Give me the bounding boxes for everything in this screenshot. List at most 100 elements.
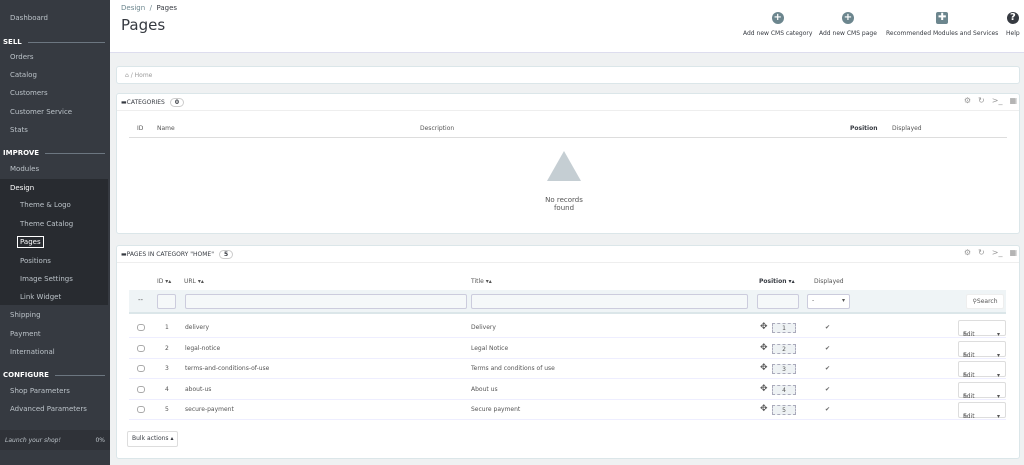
check-icon[interactable]: ✔	[825, 386, 830, 393]
home-link[interactable]: Home	[135, 72, 153, 79]
launch-percent: 0%	[95, 436, 105, 444]
col-name[interactable]: Name	[157, 125, 175, 132]
row-checkbox[interactable]	[137, 406, 145, 413]
check-icon[interactable]: ✔	[825, 406, 830, 413]
cell-id: 3	[165, 365, 169, 372]
sidebar-subitem-image-settings[interactable]: Image Settings	[20, 275, 73, 283]
check-icon[interactable]: ✔	[825, 324, 830, 331]
settings-icon[interactable]: ⚙	[964, 248, 971, 257]
help-button[interactable]: ? Help	[1006, 12, 1020, 37]
filter-title-input[interactable]	[471, 294, 748, 309]
sidebar-subitem-theme-logo[interactable]: Theme & Logo	[20, 201, 71, 209]
drag-handle-icon[interactable]: ✥	[760, 404, 768, 414]
sidebar-item-customer-service[interactable]: Customer Service	[10, 108, 72, 116]
position-value: 2	[772, 343, 796, 354]
col-url[interactable]: URL ▾▴	[184, 278, 204, 285]
sidebar-item-customers[interactable]: Customers	[10, 89, 48, 97]
edit-button[interactable]: ✎ Edit ▾	[958, 340, 1006, 359]
sidebar-subitem-pages[interactable]: Pages	[17, 236, 44, 248]
section-sell: SELL	[3, 38, 105, 46]
sidebar-item-shop-parameters[interactable]: Shop Parameters	[10, 387, 70, 395]
table-row[interactable]: 3 terms-and-conditions-of-use Terms and …	[129, 359, 1006, 379]
categories-header: ID Name Description Position Displayed	[129, 125, 1007, 138]
filter-position-input[interactable]	[757, 294, 799, 309]
position-value: 1	[772, 323, 796, 333]
col-description[interactable]: Description	[420, 125, 454, 132]
sidebar-subitem-theme-catalog[interactable]: Theme Catalog	[20, 220, 73, 228]
category-breadcrumb: ⌂ / Home	[116, 66, 1020, 84]
breadcrumb: Design / Pages	[121, 4, 178, 12]
panel-tools: ⚙ ↻ >_ ▦	[964, 248, 1017, 257]
sidebar-item-orders[interactable]: Orders	[10, 53, 34, 61]
sidebar-item-advanced-parameters[interactable]: Advanced Parameters	[10, 405, 87, 413]
edit-button[interactable]: ✎ Edit ▾	[958, 381, 1006, 400]
breadcrumb-design[interactable]: Design	[121, 4, 145, 12]
table-row[interactable]: 5 secure-payment Secure payment ✥ 5 ✔ ✎ …	[129, 400, 1006, 420]
export-icon[interactable]: ▦	[1009, 96, 1017, 105]
refresh-icon[interactable]: ↻	[978, 96, 985, 105]
plus-circle-icon: +	[771, 12, 784, 24]
sidebar-item-dashboard[interactable]: Dashboard	[10, 14, 48, 22]
row-checkbox[interactable]	[137, 344, 145, 352]
recommended-modules-button[interactable]: ✚ Recommended Modules and Services	[886, 12, 998, 37]
drag-handle-icon[interactable]: ✥	[760, 363, 768, 373]
filter-id-input[interactable]	[157, 294, 176, 309]
drag-handle-icon[interactable]: ✥	[760, 343, 768, 353]
col-position[interactable]: Position	[850, 125, 877, 132]
cell-url: delivery	[185, 324, 210, 331]
col-id[interactable]: ID	[137, 125, 143, 132]
table-row[interactable]: 4 about-us About us ✥ 4 ✔ ✎ Edit ▾	[129, 380, 1006, 400]
filter-url-input[interactable]	[185, 294, 467, 309]
refresh-icon[interactable]: ↻	[978, 248, 985, 257]
sidebar-item-design[interactable]: Design	[10, 184, 34, 192]
settings-icon[interactable]: ⚙	[964, 96, 971, 105]
col-title[interactable]: Title ▾▴	[471, 278, 492, 285]
sidebar-subitem-link-widget[interactable]: Link Widget	[20, 293, 61, 301]
puzzle-icon: ✚	[936, 12, 949, 24]
cell-title: Legal Notice	[471, 344, 509, 352]
label: Recommended Modules and Services	[886, 30, 999, 37]
panel-tools: ⚙ ↻ >_ ▦	[964, 96, 1017, 105]
launch-label: Launch your shop!	[5, 436, 61, 444]
dropdown-caret-icon[interactable]: ▾	[997, 409, 1000, 424]
drag-handle-icon[interactable]: ✥	[760, 322, 768, 332]
row-checkbox[interactable]	[137, 324, 145, 331]
sql-icon[interactable]: >_	[992, 248, 1003, 257]
cell-title: Delivery	[471, 324, 496, 331]
label: Add new CMS category	[743, 30, 813, 37]
add-cms-page-button[interactable]: + Add new CMS page	[819, 12, 877, 37]
drag-handle-icon[interactable]: ✥	[760, 384, 768, 394]
sidebar-item-payment[interactable]: Payment	[10, 330, 41, 338]
row-checkbox[interactable]	[137, 365, 145, 372]
sidebar-item-international[interactable]: International	[10, 348, 55, 356]
table-row[interactable]: 1 delivery Delivery ✥ 1 ✔ ✎ Edit ▾	[129, 318, 1006, 338]
edit-button[interactable]: ✎ Edit ▾	[958, 361, 1006, 379]
cell-id: 4	[165, 385, 169, 393]
col-position[interactable]: Position ▾▴	[759, 278, 795, 285]
row-checkbox[interactable]	[137, 385, 145, 393]
col-displayed[interactable]: Displayed	[892, 125, 922, 132]
section-improve: IMPROVE	[3, 149, 105, 157]
launch-shop[interactable]: Launch your shop! 0%	[0, 430, 110, 450]
sidebar-item-modules[interactable]: Modules	[10, 165, 39, 173]
search-button[interactable]: ⚲Search	[966, 294, 1004, 309]
sql-icon[interactable]: >_	[992, 96, 1003, 105]
sidebar-item-catalog[interactable]: Catalog	[10, 71, 37, 79]
col-id[interactable]: ID ▾▴	[157, 278, 171, 285]
bulk-actions-button[interactable]: Bulk actions ▴	[127, 431, 179, 447]
cell-id: 1	[165, 324, 169, 331]
add-cms-category-button[interactable]: + Add new CMS category	[743, 12, 812, 37]
sidebar-item-stats[interactable]: Stats	[10, 126, 28, 134]
sidebar-subitem-positions[interactable]: Positions	[20, 257, 51, 265]
col-displayed[interactable]: Displayed	[814, 278, 844, 285]
export-icon[interactable]: ▦	[1009, 248, 1017, 257]
check-icon[interactable]: ✔	[825, 345, 830, 352]
edit-button[interactable]: ✎ Edit ▾	[958, 320, 1006, 338]
cell-title: About us	[471, 385, 498, 393]
table-row[interactable]: 2 legal-notice Legal Notice ✥ 2 ✔ ✎ Edit…	[129, 339, 1006, 359]
edit-button[interactable]: ✎ Edit ▾	[958, 402, 1006, 420]
filter-displayed-select[interactable]: - ▾	[807, 294, 850, 309]
sidebar-item-shipping[interactable]: Shipping	[10, 311, 41, 319]
check-icon[interactable]: ✔	[825, 365, 830, 372]
label: Add new CMS page	[819, 30, 877, 37]
